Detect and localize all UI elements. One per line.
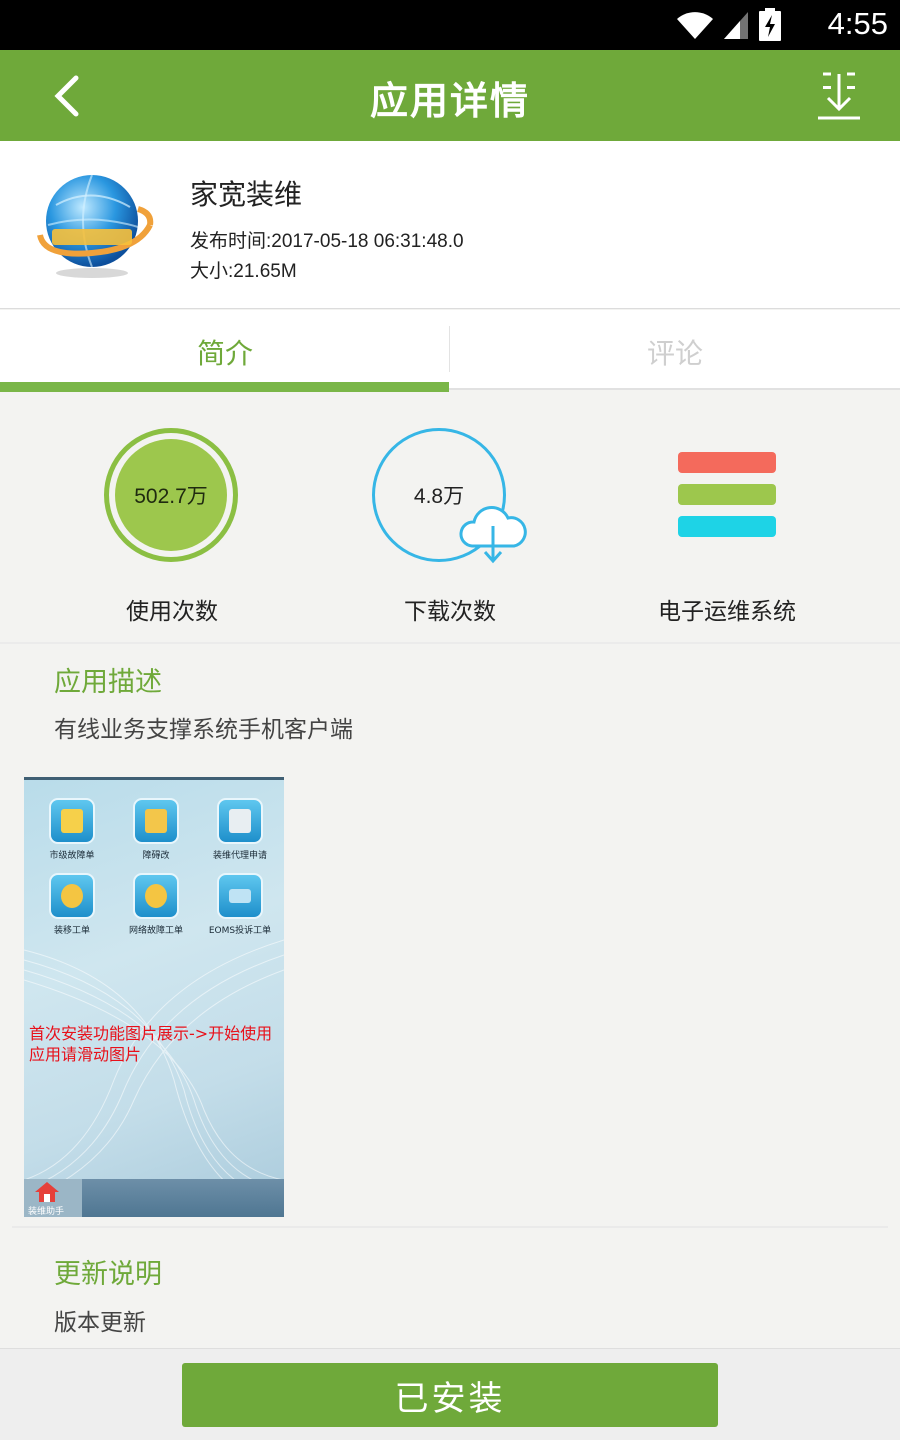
usage-label: 使用次数	[126, 599, 218, 625]
active-tab-indicator	[0, 382, 449, 392]
status-icons	[676, 8, 782, 42]
app-logo	[37, 174, 154, 278]
download-stat: 4.8万 下载次数	[300, 392, 600, 642]
category-icon	[678, 452, 776, 548]
preview-app-label: EOMS投诉工单	[208, 926, 272, 936]
category-label: 电子运维系统	[658, 599, 796, 625]
section-divider	[12, 1226, 888, 1228]
download-icon[interactable]	[814, 68, 864, 124]
tab-bar: 简介 评论	[0, 310, 900, 392]
preview-app-label: 障碍改	[142, 851, 170, 861]
download-label: 下载次数	[404, 599, 496, 625]
preview-app: 市级故障单	[30, 798, 114, 861]
app-info: 家宽装维 发布时间:2017-05-18 06:31:48.0 大小:21.65…	[0, 141, 900, 309]
battery-charging-icon	[759, 8, 781, 41]
preview-app-label: 网络故障工单	[128, 926, 183, 936]
worker-icon	[133, 873, 179, 919]
screenshot-home-label: 装维助手	[28, 1207, 65, 1217]
screenshot-message: 首次安装功能图片展示->开始使用应用请滑动图片	[29, 1024, 273, 1064]
preview-app-label: 装维代理申请	[212, 851, 267, 861]
screenshot-home-tab: 装维助手	[24, 1179, 82, 1217]
description-text: 有线业务支撑系统手机客户端	[54, 717, 353, 743]
waveform-icon	[217, 873, 263, 919]
clock-document-icon	[217, 798, 263, 844]
update-title: 更新说明	[54, 1259, 162, 1290]
tab-intro[interactable]: 简介	[0, 310, 450, 392]
preview-app: 装维代理申请	[198, 798, 282, 861]
title-bar: 应用详情	[0, 50, 900, 141]
notebook-icon	[49, 798, 95, 844]
preview-app: 网络故障工单	[114, 873, 198, 936]
notebook-icon	[133, 798, 179, 844]
description-title: 应用描述	[54, 667, 162, 698]
stats-panel: 502.7万 使用次数 4.8万 下载次数 电子运维系统	[0, 392, 900, 644]
page-title: 应用详情	[369, 79, 530, 123]
wifi-icon	[677, 12, 713, 39]
worker-icon	[49, 873, 95, 919]
installed-button[interactable]: 已安装	[182, 1363, 718, 1427]
category-stat: 电子运维系统	[600, 392, 900, 642]
cloud-download-icon	[459, 506, 527, 564]
status-bar: 4:55	[0, 0, 900, 50]
usage-ring: 502.7万	[104, 428, 238, 562]
update-text: 版本更新	[54, 1310, 146, 1336]
tab-comments-label: 评论	[646, 337, 703, 370]
signal-icon	[724, 12, 748, 39]
app-size: 大小:21.65M	[190, 261, 297, 282]
screenshot-preview[interactable]: 市级故障单 障碍改 装维代理申请 装移工单 网络故障工单 EOMS投诉工单 首次…	[24, 777, 284, 1217]
preview-app: 障碍改	[114, 798, 198, 861]
usage-value: 502.7万	[115, 439, 227, 551]
status-time: 4:55	[827, 6, 888, 41]
tab-comments[interactable]: 评论	[450, 310, 900, 390]
bottom-action-bar: 已安装	[0, 1348, 900, 1440]
screenshot-app-grid: 市级故障单 障碍改 装维代理申请 装移工单 网络故障工单 EOMS投诉工单	[30, 798, 282, 936]
app-name: 家宽装维	[190, 178, 303, 211]
preview-app-label: 装移工单	[53, 926, 90, 936]
preview-app: EOMS投诉工单	[198, 873, 282, 936]
preview-app-label: 市级故障单	[49, 851, 95, 861]
home-icon	[35, 1182, 59, 1202]
preview-app: 装移工单	[30, 873, 114, 936]
tab-intro-label: 简介	[196, 337, 253, 370]
release-time: 发布时间:2017-05-18 06:31:48.0	[190, 231, 464, 252]
usage-stat: 502.7万 使用次数	[0, 392, 300, 642]
